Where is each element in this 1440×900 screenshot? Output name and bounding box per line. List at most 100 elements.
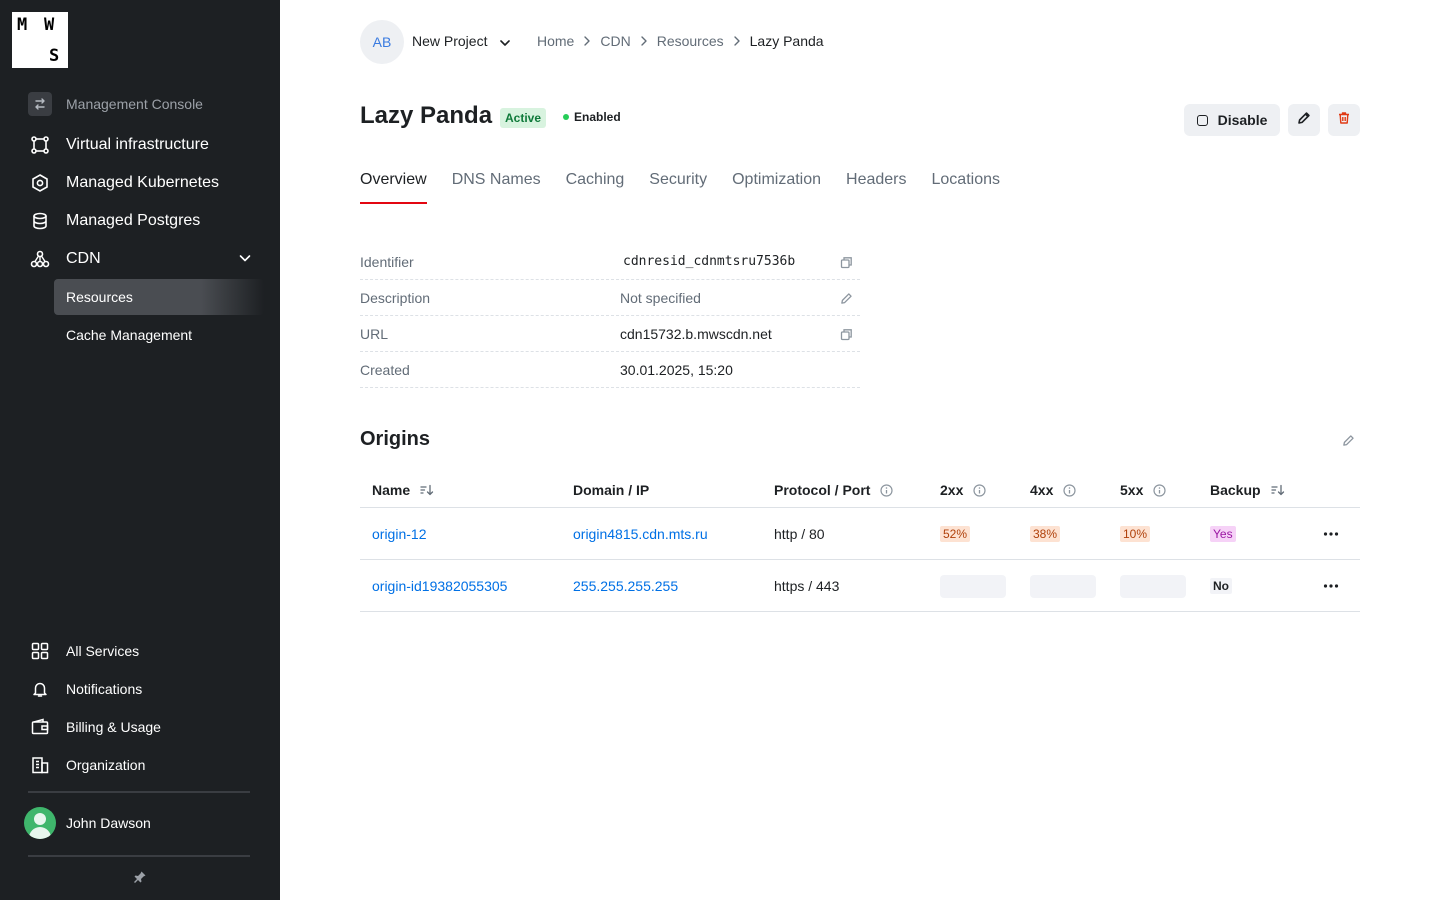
- project-avatar[interactable]: AB: [360, 20, 404, 64]
- copy-icon[interactable]: [838, 254, 854, 270]
- bell-icon: [28, 677, 52, 701]
- delete-button[interactable]: [1328, 104, 1360, 136]
- pencil-icon[interactable]: [1340, 432, 1356, 448]
- mws-logo[interactable]: M W S: [12, 12, 68, 68]
- sidebar-divider: [28, 855, 250, 857]
- column-backup[interactable]: Backup: [1210, 482, 1285, 498]
- more-icon[interactable]: [1322, 526, 1340, 542]
- info-row-url: URL cdn15732.b.mwscdn.net: [360, 316, 860, 352]
- sidebar-item-managed-kubernetes[interactable]: Managed Kubernetes: [28, 164, 252, 202]
- tab-locations[interactable]: Locations: [932, 160, 1001, 204]
- sidebar-item-label: Managed Postgres: [66, 212, 201, 229]
- tab-security[interactable]: Security: [649, 160, 707, 204]
- origin-domain-link[interactable]: 255.255.255.255: [573, 578, 678, 594]
- sidebar-item-organization[interactable]: Organization: [28, 747, 252, 783]
- sidebar-item-billing-usage[interactable]: Billing & Usage: [28, 709, 252, 745]
- sidebar-item-label: CDN: [66, 250, 101, 267]
- rate-5xx-placeholder: [1120, 575, 1186, 598]
- project-name[interactable]: New Project: [412, 33, 487, 49]
- breadcrumb-current: Lazy Panda: [749, 33, 824, 49]
- column-label: Protocol / Port: [774, 482, 871, 498]
- info-icon[interactable]: [880, 483, 894, 497]
- info-icon[interactable]: [1153, 483, 1166, 497]
- tab-caching[interactable]: Caching: [566, 160, 625, 204]
- breadcrumb-home[interactable]: Home: [537, 33, 574, 49]
- sidebar-item-label: Notifications: [66, 681, 143, 697]
- origins-title: Origins: [360, 428, 431, 450]
- origin-name-link[interactable]: origin-12: [372, 526, 426, 542]
- description-label: Description: [360, 289, 431, 306]
- url-value: cdn15732.b.mwscdn.net: [620, 325, 772, 342]
- column-label: 2xx: [940, 482, 964, 498]
- info-row-identifier: Identifier cdnresid_cdnmtsru7536b: [360, 244, 860, 280]
- cdn-icon: [28, 247, 52, 271]
- copy-icon[interactable]: [838, 326, 854, 342]
- chevron-down-icon[interactable]: [238, 251, 252, 270]
- info-icon[interactable]: [973, 483, 986, 497]
- info-icon[interactable]: [1063, 483, 1076, 497]
- table-row[interactable]: origin-12 origin4815.cdn.mts.ru http / 8…: [360, 508, 1360, 560]
- column-protocol: Protocol / Port: [774, 482, 894, 498]
- sidebar-item-label: Virtual infrastructure: [66, 136, 209, 153]
- edit-button[interactable]: [1288, 104, 1320, 136]
- column-label: 4xx: [1030, 482, 1054, 498]
- created-label: Created: [360, 361, 410, 378]
- backup-badge: No: [1210, 578, 1232, 594]
- url-label: URL: [360, 325, 389, 342]
- tab-headers[interactable]: Headers: [846, 160, 906, 204]
- table-row[interactable]: origin-id19382055305 255.255.255.255 htt…: [360, 560, 1360, 612]
- sidebar-item-all-services[interactable]: All Services: [28, 633, 252, 669]
- origin-name-link[interactable]: origin-id19382055305: [372, 578, 507, 594]
- logo-letter-m: M: [17, 15, 28, 35]
- rate-2xx-placeholder: [940, 575, 1006, 598]
- disable-button[interactable]: Disable: [1184, 104, 1280, 136]
- tab-dns-names[interactable]: DNS Names: [452, 160, 541, 204]
- sidebar: M W S Management Console Virtual infrast…: [0, 0, 280, 900]
- enabled-indicator: Enabled: [563, 110, 621, 124]
- main-content: AB New Project Home CDN Resources Lazy P…: [280, 0, 1440, 900]
- created-value: 30.01.2025, 15:20: [620, 361, 733, 378]
- tab-optimization[interactable]: Optimization: [732, 160, 821, 204]
- user-profile[interactable]: John Dawson: [24, 807, 151, 839]
- identifier-label: Identifier: [360, 253, 414, 270]
- sidebar-item-cdn[interactable]: CDN: [28, 240, 252, 278]
- logo-letter-w: W: [44, 15, 55, 35]
- management-console-label: Management Console: [66, 96, 203, 112]
- breadcrumb-resources[interactable]: Resources: [657, 33, 724, 49]
- sidebar-item-label: Billing & Usage: [66, 719, 161, 735]
- column-name[interactable]: Name: [372, 482, 434, 498]
- column-label: Name: [372, 482, 411, 498]
- sidebar-item-label: Managed Kubernetes: [66, 174, 219, 191]
- sidebar-subitem-cache-management[interactable]: Cache Management: [54, 317, 264, 353]
- sidebar-item-virtual-infrastructure[interactable]: Virtual infrastructure: [28, 126, 252, 164]
- origin-domain-link[interactable]: origin4815.cdn.mts.ru: [573, 526, 708, 542]
- logo-letter-s: S: [49, 46, 60, 66]
- avatar: [24, 807, 56, 839]
- sidebar-item-managed-postgres[interactable]: Managed Postgres: [28, 202, 252, 240]
- column-2xx: 2xx: [940, 482, 986, 498]
- trash-icon: [1337, 111, 1351, 130]
- management-console-switch[interactable]: Management Console: [28, 92, 203, 116]
- sidebar-subitem-resources[interactable]: Resources: [54, 279, 264, 315]
- wallet-icon: [28, 715, 52, 739]
- sort-icon[interactable]: [420, 484, 434, 496]
- breadcrumb-cdn[interactable]: CDN: [600, 33, 630, 49]
- pin-icon[interactable]: [131, 868, 149, 886]
- chevron-down-icon[interactable]: [499, 36, 511, 54]
- sidebar-item-label: All Services: [66, 643, 140, 659]
- pencil-icon: [1297, 111, 1311, 130]
- info-row-description: Description Not specified: [360, 280, 860, 316]
- backup-badge: Yes: [1210, 526, 1236, 542]
- rate-5xx-badge: 10%: [1120, 526, 1151, 542]
- disable-label: Disable: [1217, 112, 1268, 128]
- rate-4xx-badge: 38%: [1030, 526, 1061, 542]
- sort-icon[interactable]: [1270, 484, 1285, 496]
- origin-protocol: http / 80: [774, 526, 825, 542]
- tab-bar: Overview DNS Names Caching Security Opti…: [360, 160, 1025, 204]
- pencil-icon[interactable]: [838, 290, 854, 306]
- stop-icon: [1196, 114, 1208, 126]
- sidebar-item-notifications[interactable]: Notifications: [28, 671, 252, 707]
- more-icon[interactable]: [1322, 578, 1340, 594]
- sidebar-item-label: Organization: [66, 757, 146, 773]
- tab-overview[interactable]: Overview: [360, 160, 427, 204]
